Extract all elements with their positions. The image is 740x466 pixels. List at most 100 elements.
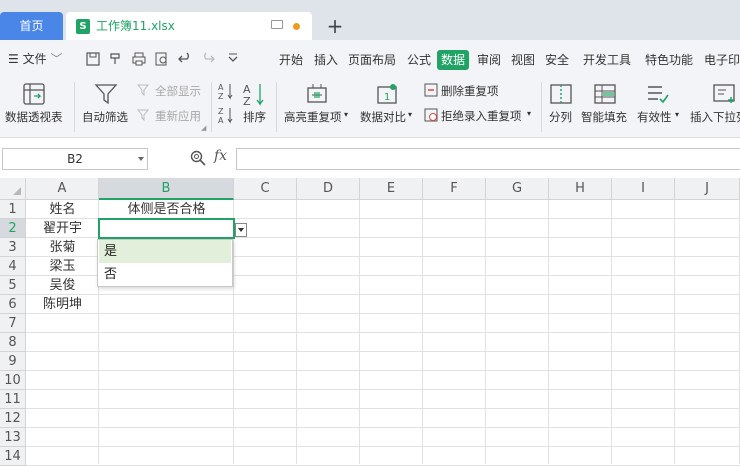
caret-down-icon: ▾ bbox=[408, 110, 413, 119]
tab-home[interactable]: 首页 bbox=[0, 12, 63, 40]
cell-dropdown-button[interactable] bbox=[235, 223, 247, 237]
pivot-table-icon bbox=[23, 83, 45, 105]
menu-tab-view[interactable]: 视图 bbox=[511, 50, 535, 70]
cell-a2[interactable]: 翟开宇 bbox=[26, 219, 99, 238]
split-column-label: 分列 bbox=[549, 110, 572, 124]
print-icon[interactable] bbox=[132, 52, 146, 66]
cell-a3[interactable]: 张菊 bbox=[26, 238, 99, 257]
insert-dropdown-label: 插入下拉列 bbox=[690, 110, 740, 124]
menu-tab-page-layout[interactable]: 页面布局 bbox=[348, 50, 396, 70]
formula-input[interactable] bbox=[236, 148, 740, 170]
row-header-14[interactable]: 14 bbox=[0, 447, 26, 466]
row-header-12[interactable]: 12 bbox=[0, 409, 26, 428]
column-header-e[interactable]: E bbox=[360, 178, 423, 200]
filter-clear-icon bbox=[137, 84, 150, 97]
cell-a4[interactable]: 梁玉 bbox=[26, 257, 99, 276]
redo-icon[interactable] bbox=[201, 52, 215, 66]
row-gridline bbox=[26, 351, 740, 352]
format-painter-icon[interactable] bbox=[109, 52, 123, 66]
svg-text:Z: Z bbox=[218, 92, 224, 100]
row-gridline bbox=[26, 408, 740, 409]
row-header-5[interactable]: 5 bbox=[0, 276, 26, 295]
highlight-duplicates-label: 高亮重复项 bbox=[284, 110, 342, 124]
row-header-2[interactable]: 2 bbox=[0, 219, 26, 238]
column-header-j[interactable]: J bbox=[675, 178, 740, 200]
filter-group-expand-icon[interactable]: ◢ bbox=[201, 124, 206, 132]
row-gridline bbox=[26, 332, 740, 333]
menu-tab-formula[interactable]: 公式 bbox=[407, 50, 431, 70]
column-header-d[interactable]: D bbox=[297, 178, 360, 200]
menu-tab-special[interactable]: 特色功能 bbox=[645, 50, 693, 70]
reject-duplicates-label: 拒绝录入重复项 bbox=[441, 109, 522, 123]
column-header-f[interactable]: F bbox=[423, 178, 486, 200]
file-menu[interactable]: ☰ 文件 ﹀ bbox=[8, 40, 62, 78]
tab-document[interactable]: S 工作簿11.xlsx bbox=[66, 12, 312, 40]
data-validation-icon bbox=[648, 86, 669, 104]
row-gridline bbox=[26, 427, 740, 428]
sort-descending-icon[interactable]: ZA bbox=[218, 106, 234, 124]
row-header-11[interactable]: 11 bbox=[0, 390, 26, 409]
zoom-icon[interactable] bbox=[190, 150, 206, 166]
row-header-13[interactable]: 13 bbox=[0, 428, 26, 447]
dropdown-option-no[interactable]: 否 bbox=[99, 263, 231, 286]
sort-icon: AZ bbox=[243, 83, 264, 106]
caret-down-icon: ▾ bbox=[527, 109, 532, 118]
split-column-icon bbox=[550, 84, 572, 104]
print-preview-icon[interactable] bbox=[155, 52, 169, 66]
menu-tab-start[interactable]: 开始 bbox=[279, 50, 303, 70]
cell-b1[interactable]: 体侧是否合格 bbox=[99, 200, 234, 219]
monitor-icon[interactable] bbox=[271, 20, 283, 29]
row-header-6[interactable]: 6 bbox=[0, 295, 26, 314]
ribbon: 数据透视表 自动筛选 全部显示 重新应用 AZ ZA AZ 排序 高亮重复项 ▾… bbox=[0, 78, 740, 138]
reject-duplicates-icon bbox=[424, 108, 438, 122]
menu-tab-review[interactable]: 审阅 bbox=[477, 50, 501, 70]
svg-text:Z: Z bbox=[218, 107, 224, 116]
row-header-8[interactable]: 8 bbox=[0, 333, 26, 352]
row-header-1[interactable]: 1 bbox=[0, 200, 26, 219]
save-icon[interactable] bbox=[86, 52, 100, 66]
caret-down-icon: ▾ bbox=[675, 110, 680, 119]
column-header-h[interactable]: H bbox=[549, 178, 612, 200]
row-gridline bbox=[26, 370, 740, 371]
active-cell-b2[interactable] bbox=[98, 218, 235, 239]
name-box[interactable]: B2 bbox=[2, 148, 148, 170]
column-header-c[interactable]: C bbox=[234, 178, 297, 200]
remove-duplicates-label: 删除重复项 bbox=[441, 84, 499, 98]
menu-tab-developer[interactable]: 开发工具 bbox=[583, 50, 631, 70]
menu-tab-security[interactable]: 安全 bbox=[545, 50, 569, 70]
name-box-dropdown-icon[interactable] bbox=[138, 157, 144, 161]
show-all-label: 全部显示 bbox=[155, 84, 201, 98]
dropdown-option-yes[interactable]: 是 bbox=[99, 240, 231, 263]
row-header-10[interactable]: 10 bbox=[0, 371, 26, 390]
reapply-label: 重新应用 bbox=[155, 109, 201, 123]
column-header-g[interactable]: G bbox=[486, 178, 549, 200]
cell-a6[interactable]: 陈明坤 bbox=[26, 295, 99, 314]
document-title: 工作簿11.xlsx bbox=[96, 19, 175, 33]
tab-bar: 首页 S 工作簿11.xlsx + bbox=[0, 0, 740, 40]
autofilter-label: 自动筛选 bbox=[82, 110, 128, 124]
insert-dropdown-icon bbox=[713, 84, 735, 103]
cell-a5[interactable]: 吴俊 bbox=[26, 276, 99, 295]
row-header-4[interactable]: 4 bbox=[0, 257, 26, 276]
customize-toolbar-icon[interactable] bbox=[226, 52, 240, 66]
menu-tab-seal[interactable]: 电子印 bbox=[704, 50, 740, 70]
row-header-7[interactable]: 7 bbox=[0, 314, 26, 333]
file-menu-label: 文件 bbox=[22, 52, 47, 66]
dropdown-list: 是 否 bbox=[97, 239, 233, 287]
row-header-9[interactable]: 9 bbox=[0, 352, 26, 371]
column-header-a[interactable]: A bbox=[26, 178, 99, 200]
insert-function-button[interactable]: fx bbox=[214, 148, 227, 164]
chevron-down-icon: ﹀ bbox=[50, 52, 63, 66]
menu-tab-insert[interactable]: 插入 bbox=[314, 50, 338, 70]
menu-tab-data[interactable]: 数据 bbox=[437, 50, 470, 70]
undo-icon[interactable] bbox=[178, 52, 192, 66]
row-header-3[interactable]: 3 bbox=[0, 238, 26, 257]
sort-ascending-icon[interactable]: AZ bbox=[218, 82, 234, 100]
smart-fill-icon bbox=[594, 84, 616, 104]
cell-a1[interactable]: 姓名 bbox=[26, 200, 99, 219]
select-all-corner[interactable] bbox=[0, 178, 26, 200]
column-header-b[interactable]: B bbox=[99, 178, 234, 200]
column-header-i[interactable]: I bbox=[612, 178, 675, 200]
menu-bar: ☰ 文件 ﹀ 开始 插入 页面布局 公式 数据 审阅 视图 安全 开发工具 特色… bbox=[0, 40, 740, 78]
new-tab-button[interactable]: + bbox=[324, 12, 346, 40]
